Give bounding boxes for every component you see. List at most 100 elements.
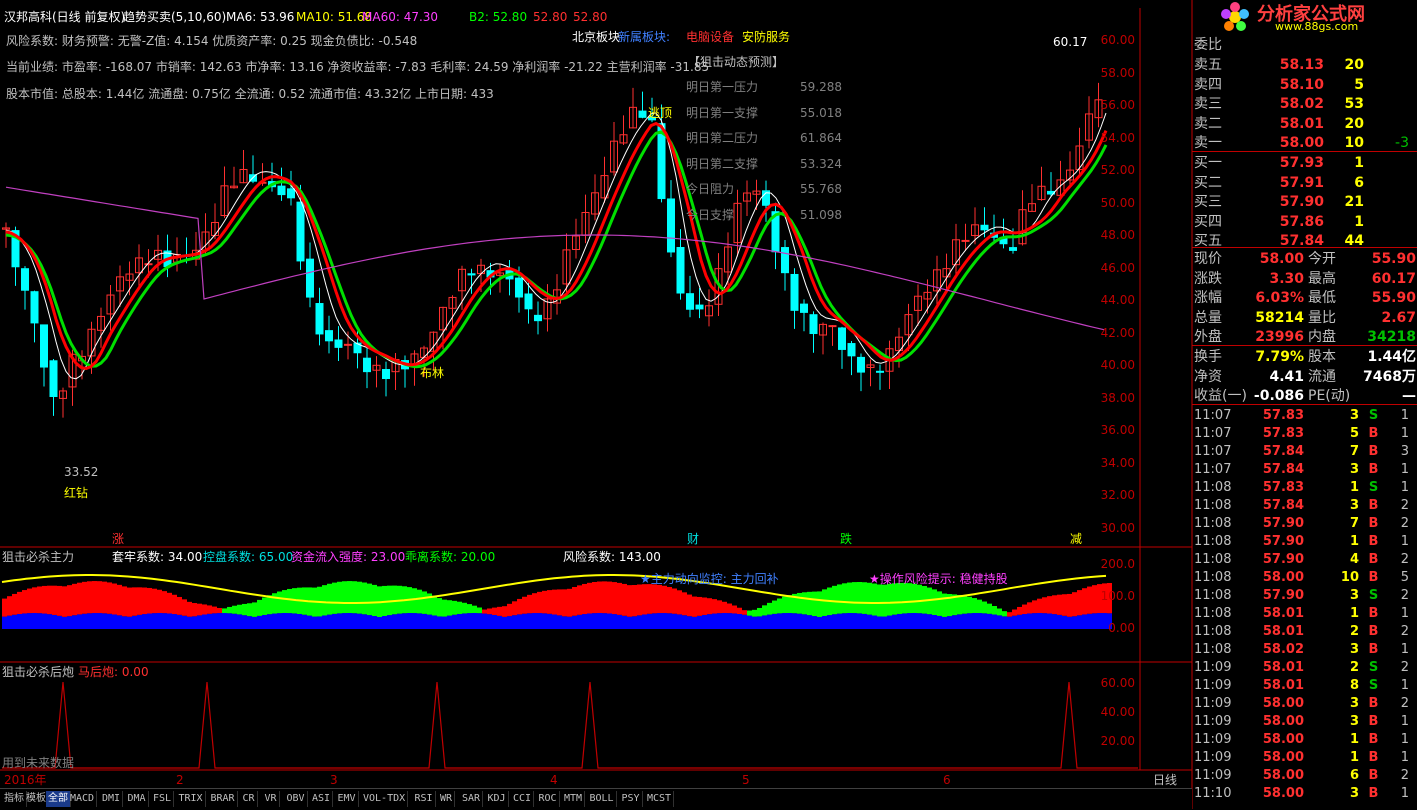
tab-cci[interactable]: CCI bbox=[511, 791, 535, 807]
panel2-blue-bar bbox=[862, 613, 867, 629]
quote-panel: 委比 卖五 58.13 20 卖四 58.10 5 卖三 58.02 53 卖二 58.01 20 卖一 5… bbox=[1192, 34, 1417, 809]
tick-count: 2 bbox=[1400, 696, 1409, 711]
panel2-bar bbox=[492, 607, 497, 615]
panel2-blue-bar bbox=[507, 616, 512, 629]
panel2-bar bbox=[657, 584, 662, 614]
panel2-bar bbox=[217, 607, 222, 614]
panel2-blue-bar bbox=[832, 614, 837, 629]
sector-new: 新属板块: bbox=[618, 30, 671, 44]
panel2-bar bbox=[262, 597, 267, 615]
tab-macd[interactable]: MACD bbox=[68, 791, 98, 807]
panel2-bar bbox=[977, 599, 982, 614]
panel2-bar bbox=[877, 584, 882, 617]
panel2-bar bbox=[1067, 593, 1072, 617]
tab-emv[interactable]: EMV bbox=[336, 791, 359, 807]
panel2-bar bbox=[487, 608, 492, 615]
panel2-blue-bar bbox=[227, 613, 232, 629]
stat-label-2: 最低 bbox=[1308, 290, 1336, 306]
panel2-blue-bar bbox=[97, 613, 102, 629]
panel2-blue-bar bbox=[917, 613, 922, 629]
tab-kdj[interactable]: KDJ bbox=[486, 791, 509, 807]
panel2-bar bbox=[907, 583, 912, 614]
panel2-blue-bar bbox=[717, 613, 722, 629]
tab-wr[interactable]: WR bbox=[438, 791, 456, 807]
panel2-bar bbox=[362, 582, 367, 615]
tick-row: 11:09 58.00 3 B 2 bbox=[1194, 695, 1414, 713]
panel2-blue-bar bbox=[237, 614, 242, 629]
panel2-bar bbox=[552, 589, 557, 615]
panel2-bar bbox=[367, 583, 372, 616]
panel2-blue-bar bbox=[837, 613, 842, 629]
tab-asi[interactable]: ASI bbox=[310, 791, 334, 807]
panel2-blue-bar bbox=[287, 613, 292, 629]
panel2-blue-bar bbox=[637, 615, 642, 629]
panel2-blue-bar bbox=[277, 613, 282, 629]
tab-vr[interactable]: VR bbox=[263, 791, 280, 807]
tick-volume: 10 bbox=[1340, 570, 1359, 585]
tab-fsl[interactable]: FSL bbox=[151, 791, 175, 807]
panel2-blue-bar bbox=[312, 616, 317, 629]
period-label[interactable]: 日线 bbox=[1153, 773, 1177, 787]
panel2-blue-bar bbox=[742, 614, 747, 629]
sector-beijing: 北京板块 bbox=[572, 30, 621, 44]
panel2-bar bbox=[272, 593, 277, 614]
tick-side: S bbox=[1368, 678, 1379, 693]
tab-rsi[interactable]: RSI bbox=[413, 791, 436, 807]
panel2-bar bbox=[467, 604, 472, 614]
tab-boll[interactable]: BOLL bbox=[588, 791, 617, 807]
tick-count: 1 bbox=[1400, 606, 1409, 621]
stat-row: 涨跌 3.30 最高 60.17 bbox=[1194, 270, 1416, 288]
candle-body bbox=[296, 201, 305, 262]
panel2-blue-bar bbox=[322, 615, 327, 629]
panel2-bar bbox=[477, 607, 482, 614]
tab-dma[interactable]: DMA bbox=[126, 791, 149, 807]
candle-body bbox=[49, 360, 58, 398]
stat2-value-2: 7468万 bbox=[1363, 368, 1416, 385]
tab-mcst[interactable]: MCST bbox=[645, 791, 675, 807]
tab-roc[interactable]: ROC bbox=[537, 791, 560, 807]
tick-side: B bbox=[1368, 786, 1379, 801]
panel2-blue-bar bbox=[957, 614, 962, 629]
tick-count: 1 bbox=[1400, 426, 1409, 441]
panel2-blue-bar bbox=[627, 616, 632, 629]
tick-volume: 5 bbox=[1349, 426, 1359, 441]
tick-volume: 1 bbox=[1349, 534, 1359, 549]
tab-sar[interactable]: SAR bbox=[460, 791, 484, 807]
panel2-bar bbox=[547, 590, 552, 614]
panel2-bar bbox=[822, 589, 827, 616]
panel2-blue-bar bbox=[712, 613, 717, 629]
panel2-blue-bar bbox=[877, 616, 882, 629]
tab-cr[interactable]: CR bbox=[241, 791, 258, 807]
panel2-blue-bar bbox=[967, 613, 972, 629]
panel2-bar bbox=[597, 581, 602, 614]
tab-brar[interactable]: BRAR bbox=[209, 791, 238, 807]
tick-row: 11:08 57.90 7 B 2 bbox=[1194, 515, 1414, 533]
tab-mtm[interactable]: MTM bbox=[562, 791, 586, 807]
panel2-blue-bar bbox=[407, 613, 412, 629]
panel2-blue-bar bbox=[822, 615, 827, 629]
tab-vol-tdx[interactable]: VOL-TDX bbox=[361, 791, 409, 807]
tick-side: B bbox=[1368, 570, 1379, 585]
panel2-blue-bar bbox=[857, 613, 862, 629]
panel2-bar bbox=[582, 583, 587, 615]
y-axis-tick: 48.00 bbox=[1100, 228, 1135, 242]
panel2-bar bbox=[417, 589, 422, 614]
panel2-blue-bar bbox=[397, 613, 402, 629]
tab-trix[interactable]: TRIX bbox=[177, 791, 206, 807]
panel2-bar bbox=[967, 596, 972, 614]
panel2-bar bbox=[887, 583, 892, 616]
tick-price: 57.84 bbox=[1262, 498, 1304, 513]
tick-time: 11:09 bbox=[1194, 768, 1232, 783]
risk-info: 风险系数: 财务预警: 无警-Z值: 4.154 优质资产率: 0.25 现金负… bbox=[6, 34, 418, 48]
tab-dmi[interactable]: DMI bbox=[100, 791, 124, 807]
panel2-blue-bar bbox=[327, 614, 332, 629]
panel2-bar bbox=[622, 583, 627, 616]
x-axis-label: 6 bbox=[943, 773, 951, 787]
signal-cai: 财 bbox=[687, 532, 700, 546]
panel2-bar bbox=[7, 596, 12, 616]
tab-obv[interactable]: OBV bbox=[285, 791, 308, 807]
panel2-bar bbox=[37, 586, 42, 614]
tick-row: 11:09 58.00 3 B 1 bbox=[1194, 713, 1414, 731]
tab-psy[interactable]: PSY bbox=[620, 791, 643, 807]
panel2-bar bbox=[917, 584, 922, 614]
